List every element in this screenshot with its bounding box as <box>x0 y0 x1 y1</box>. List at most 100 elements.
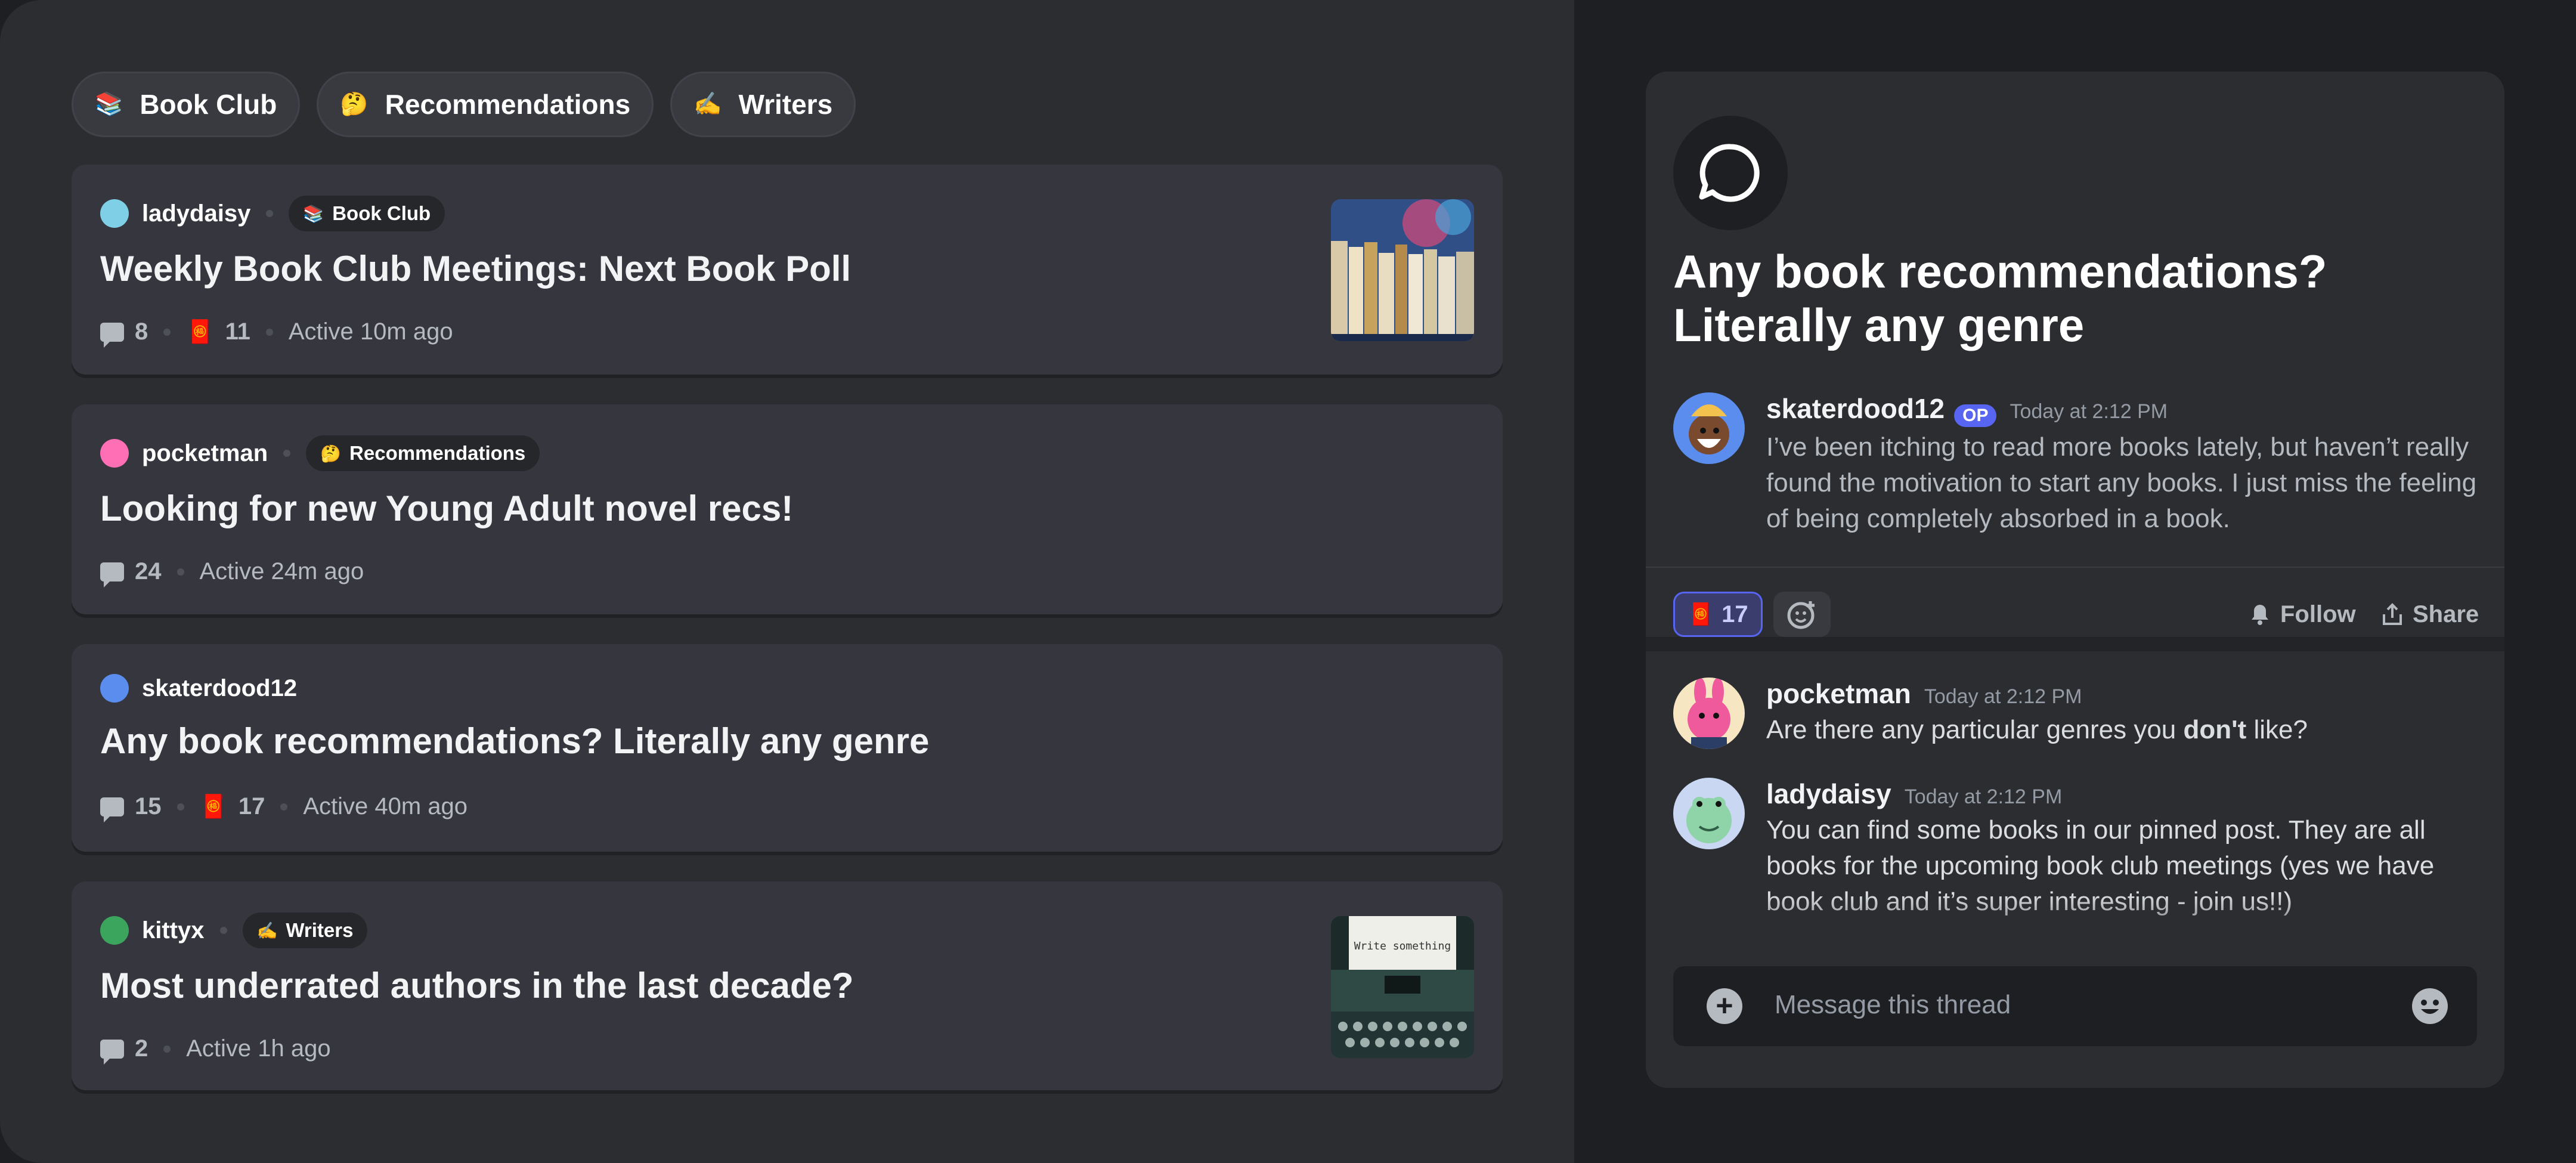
reaction-count: 11 <box>225 318 250 345</box>
message-text: I’ve been itching to read more books lat… <box>1766 432 2477 533</box>
avatar <box>1673 392 1745 464</box>
post-card[interactable]: skaterdood12 Any book recommendations? L… <box>72 644 1503 852</box>
writing-hand-icon: ✍️ <box>693 92 722 117</box>
post-tag[interactable]: 🤔 Recommendations <box>306 435 540 471</box>
emoji-picker-icon[interactable] <box>2410 986 2450 1026</box>
reaction-button[interactable]: 🧧 17 <box>1673 592 1763 637</box>
tag-label: Recommendations <box>385 89 631 120</box>
thinking-icon: 🤔 <box>340 92 369 117</box>
reaction-count: 17 <box>1722 601 1748 627</box>
post-meta: skaterdood12 <box>100 674 297 703</box>
message-text: Are there any particular genres you don'… <box>1766 715 2308 744</box>
writing-hand-icon: ✍️ <box>256 921 278 940</box>
comment-count: 8 <box>135 318 148 345</box>
tag-book-club[interactable]: 📚 Book Club <box>72 72 301 137</box>
avatar <box>100 199 129 228</box>
tag-recommendations[interactable]: 🤔 Recommendations <box>317 72 654 137</box>
add-reaction-icon <box>1787 601 1815 629</box>
separator-dot <box>280 803 288 811</box>
separator-dot <box>265 328 273 336</box>
reaction-icon: 🧧 <box>199 794 228 819</box>
separator-dot <box>177 568 184 576</box>
books-icon: 📚 <box>303 204 324 223</box>
post-author[interactable]: ladydaisy <box>142 200 250 227</box>
post-stats: 24 Active 24m ago <box>100 558 364 587</box>
avatar <box>100 439 129 468</box>
post-card[interactable]: pocketman 🤔 Recommendations Looking for n… <box>72 404 1503 614</box>
forum-post-list: 📚 Book Club 🤔 Recommendations ✍️ Writers la… <box>0 0 1574 1163</box>
post-title[interactable]: Most underrated authors in the last deca… <box>100 965 854 1006</box>
post-tag[interactable]: ✍️ Writers <box>242 913 368 948</box>
message-input-placeholder[interactable]: Message this thread <box>1775 990 2011 1020</box>
follow-label: Follow <box>2280 601 2356 627</box>
avatar <box>1673 678 1745 749</box>
thread-icon-circle <box>1673 116 1788 230</box>
message-author[interactable]: pocketman <box>1766 678 1911 709</box>
post-stats: 15 🧧 17 Active 40m ago <box>100 793 468 822</box>
share-label: Share <box>2413 601 2479 627</box>
skater-avatar-image <box>1673 392 1745 464</box>
post-meta: ladydaisy 📚 Book Club <box>100 196 445 231</box>
add-reaction-button[interactable] <box>1773 592 1831 637</box>
activity-time: Active 1h ago <box>186 1035 331 1062</box>
comment-count: 24 <box>135 558 162 584</box>
post-stats: 2 Active 1h ago <box>100 1035 331 1065</box>
message-time: Today at 2:12 PM <box>1904 785 2063 808</box>
tag-writers[interactable]: ✍️ Writers <box>670 72 856 137</box>
post-title[interactable]: Any book recommendations? Literally any … <box>100 720 929 762</box>
op-badge: OP <box>1954 404 1997 427</box>
post-card[interactable]: ladydaisy 📚 Book Club Weekly Book Club Me… <box>72 165 1503 375</box>
separator-dot <box>177 803 184 811</box>
message-time: Today at 2:12 PM <box>1924 685 2082 708</box>
post-card[interactable]: kittyx ✍️ Writers Most underrated authors… <box>72 881 1503 1090</box>
post-meta: pocketman 🤔 Recommendations <box>100 435 540 471</box>
separator-dot <box>266 210 274 217</box>
avatar <box>100 674 129 703</box>
tag-filter-bar: 📚 Book Club 🤔 Recommendations ✍️ Writers <box>72 72 856 137</box>
post-meta: kittyx ✍️ Writers <box>100 913 368 948</box>
reaction-bar: 🧧 17 Follow Share <box>1646 568 2504 642</box>
thumbnail-text: Write something <box>1354 940 1451 952</box>
message-time: Today at 2:12 PM <box>2010 400 2168 423</box>
books-icon: 📚 <box>95 92 123 117</box>
message-author[interactable]: skaterdood12 <box>1766 393 1945 424</box>
ladydaisy-avatar-image <box>1673 778 1745 849</box>
comment-icon <box>100 797 124 822</box>
scroll-fade <box>1646 895 2504 966</box>
chat-bubble-icon <box>1699 144 1760 202</box>
tag-label: Book Club <box>140 89 277 120</box>
pocketman-avatar-image <box>1673 678 1745 749</box>
post-tag-label: Recommendations <box>349 442 526 464</box>
post-stats: 8 🧧 11 Active 10m ago <box>100 318 453 348</box>
separator-dot <box>283 450 291 457</box>
comment-count: 15 <box>135 793 162 819</box>
post-author[interactable]: kittyx <box>142 917 205 944</box>
thinking-icon: 🤔 <box>320 444 342 463</box>
message-composer[interactable]: + Message this thread <box>1673 966 2477 1046</box>
typewriter-image: Write something <box>1331 916 1474 1058</box>
post-thumbnail[interactable] <box>1331 199 1474 341</box>
post-thumbnail[interactable]: Write something <box>1331 916 1474 1058</box>
tag-label: Writers <box>738 89 833 120</box>
reaction-count: 17 <box>238 793 265 819</box>
follow-button[interactable]: Follow <box>2248 592 2356 637</box>
message-author[interactable]: ladydaisy <box>1766 778 1891 809</box>
separator-dot <box>163 328 171 336</box>
share-button[interactable]: Share <box>2380 592 2479 637</box>
post-title[interactable]: Looking for new Young Adult novel recs! <box>100 488 793 529</box>
activity-time: Active 40m ago <box>303 793 468 819</box>
bell-icon <box>2252 605 2268 625</box>
post-author[interactable]: skaterdood12 <box>142 675 297 702</box>
attach-plus-icon[interactable]: + <box>1707 988 1742 1024</box>
separator-dot <box>163 1045 171 1053</box>
app-window: 📚 Book Club 🤔 Recommendations ✍️ Writers la… <box>0 0 2576 1163</box>
comment-icon <box>100 562 124 587</box>
reaction-icon: 🧧 <box>186 319 215 345</box>
bookshelf-image <box>1331 199 1474 341</box>
share-icon <box>2383 603 2402 625</box>
comment-icon <box>100 322 124 348</box>
comment-icon <box>100 1039 124 1065</box>
post-tag[interactable]: 📚 Book Club <box>289 196 445 231</box>
post-title[interactable]: Weekly Book Club Meetings: Next Book Pol… <box>100 248 851 289</box>
post-author[interactable]: pocketman <box>142 440 268 467</box>
